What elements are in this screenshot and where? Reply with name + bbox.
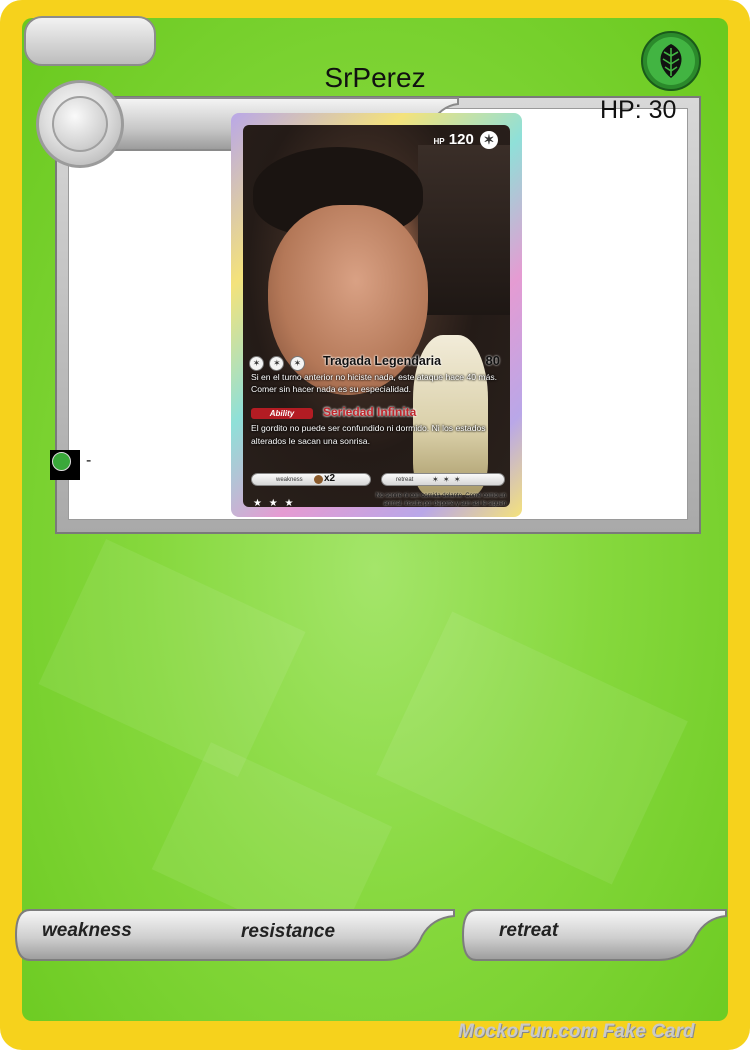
evolves-from-icon xyxy=(50,450,80,480)
inner-hp: HP 120 ✶ xyxy=(433,131,498,150)
inner-retreat-label: retreat xyxy=(396,477,414,483)
grass-type-icon xyxy=(52,452,71,471)
inner-retreat-pill: retreat ✶ ✶ ✶ xyxy=(381,473,505,486)
weakness-resistance-bar: weakness resistance xyxy=(12,908,456,964)
inner-weakness-value: x2 xyxy=(324,473,336,484)
inner-hp-label: HP xyxy=(433,137,445,146)
card-name: SrPerez xyxy=(324,62,426,93)
flavor-text: No sonríe ni con comida delante. Come co… xyxy=(375,493,506,507)
resistance-label: resistance xyxy=(241,921,336,942)
fighting-type-icon xyxy=(314,475,323,484)
background-facet xyxy=(38,539,306,777)
rarity-stars: ★ ★ ★ xyxy=(253,498,296,507)
evolves-from-text: - xyxy=(86,452,92,469)
inner-weakness-label: weakness xyxy=(276,477,303,483)
inner-hp-value: 120 xyxy=(448,131,474,148)
weakness-label: weakness xyxy=(42,920,132,941)
ability-name: Seriedad Infinita xyxy=(323,405,417,419)
attack-row: ✶ ✶ ✶ Tragada Legendaria 80 xyxy=(249,353,504,373)
photo-card: HP 120 ✶ ✶ ✶ ✶ Tragada Legendaria 80 Si … xyxy=(231,113,522,517)
retreat-bar: retreat xyxy=(460,908,728,964)
inner-retreat-cost: ✶ ✶ ✶ xyxy=(432,475,462,484)
evolution-circle-inner xyxy=(52,96,108,152)
stage-badge xyxy=(24,16,156,66)
attack-text: Si en el turno anterior no hiciste nada,… xyxy=(251,372,498,394)
ability-text: El gordito no puede ser confundido ni do… xyxy=(251,423,486,446)
card-hp: HP: 30 xyxy=(600,96,677,124)
background-facet xyxy=(376,611,688,885)
inner-weakness-pill: weakness x2 xyxy=(251,473,371,486)
ability-tag: Ability xyxy=(251,408,313,419)
attack-damage: 80 xyxy=(485,353,500,368)
energy-cost-icon: ✶ xyxy=(249,356,264,371)
grass-leaf-icon xyxy=(641,31,701,91)
watermark: MockoFun.com Fake Card xyxy=(458,1021,695,1042)
attack-name: Tragada Legendaria xyxy=(323,354,442,368)
retreat-label: retreat xyxy=(499,920,559,941)
energy-cost-icon: ✶ xyxy=(289,356,305,371)
colorless-type-icon: ✶ xyxy=(480,131,498,150)
photo: HP 120 ✶ ✶ ✶ ✶ Tragada Legendaria 80 Si … xyxy=(243,125,510,507)
photo-background xyxy=(418,145,510,315)
energy-cost-icon: ✶ xyxy=(269,356,285,371)
